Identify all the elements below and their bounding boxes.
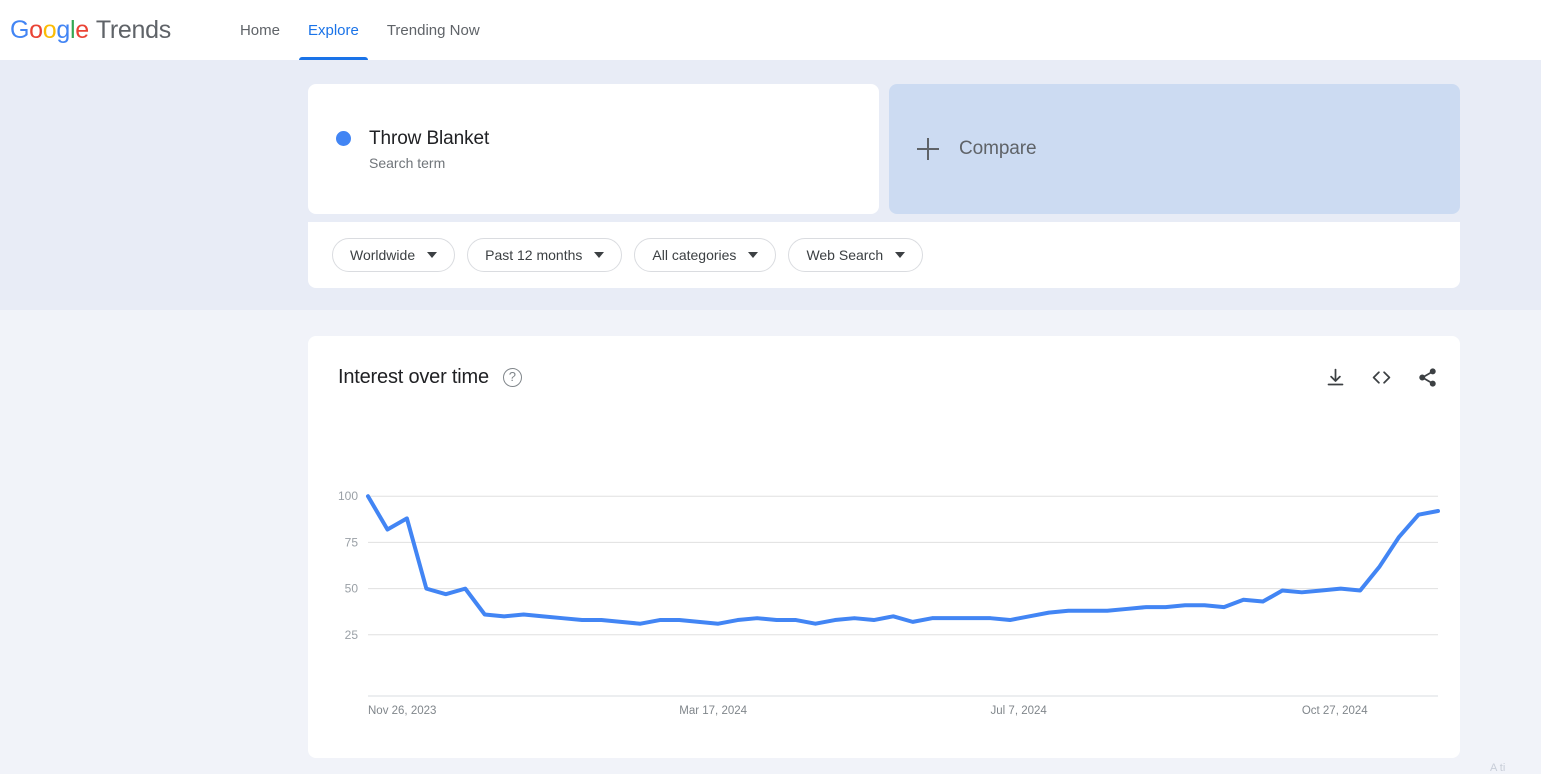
trends-wordmark: Trends <box>95 15 171 44</box>
search-term-card[interactable]: Throw Blanket Search term <box>308 84 879 214</box>
plus-icon <box>917 138 939 160</box>
google-trends-page: Google Trends Home Explore Trending Now … <box>0 0 1541 774</box>
series-color-dot <box>336 131 351 146</box>
nav-item-explore[interactable]: Explore <box>294 0 373 60</box>
nav-links: Home Explore Trending Now <box>226 0 494 60</box>
filter-category-label: All categories <box>652 247 737 263</box>
download-icon[interactable] <box>1325 367 1346 388</box>
filter-search-type-dropdown[interactable]: Web Search <box>788 238 924 272</box>
chart-header: Interest over time ? <box>338 366 1438 389</box>
compare-button[interactable]: Compare <box>889 84 1460 214</box>
y-axis-tick-label: 25 <box>345 628 359 642</box>
x-axis-tick-label: Jul 7, 2024 <box>991 705 1048 717</box>
filter-bar: Worldwide Past 12 months All categories … <box>308 222 1460 288</box>
chart-title: Interest over time <box>338 366 489 388</box>
top-navigation-bar: Google Trends Home Explore Trending Now <box>0 0 1541 60</box>
filter-location-label: Worldwide <box>350 247 416 263</box>
chart-action-buttons <box>1325 367 1438 388</box>
search-term-type: Search term <box>369 154 446 171</box>
filter-time-range-dropdown[interactable]: Past 12 months <box>467 238 623 272</box>
google-wordmark: Google <box>10 15 89 44</box>
filter-search-type-label: Web Search <box>806 247 884 263</box>
footer-hint: A ti <box>1490 762 1506 774</box>
nav-item-home[interactable]: Home <box>226 0 294 60</box>
chevron-down-icon <box>748 252 759 258</box>
series-line-throw-blanket[interactable] <box>366 494 1440 626</box>
nav-item-explore-label: Explore <box>307 21 359 39</box>
y-axis-tick-label: 100 <box>338 489 358 503</box>
interest-over-time-chart[interactable]: 100 75 50 25 Nov 26, 2023 Mar 17, 2024 Jul 7, … <box>308 436 1460 736</box>
chevron-down-icon <box>594 252 605 258</box>
x-axis-tick-label: Oct 27, 2024 <box>1302 705 1368 717</box>
filter-location-dropdown[interactable]: Worldwide <box>332 238 456 272</box>
nav-item-home-label: Home <box>239 21 280 39</box>
x-axis-tick-label: Nov 26, 2023 <box>368 705 436 717</box>
nav-item-trending-now[interactable]: Trending Now <box>373 0 494 60</box>
query-row: Throw Blanket Search term Compare <box>308 84 1460 214</box>
google-trends-logo[interactable]: Google Trends <box>10 16 171 45</box>
search-term-line: Throw Blanket <box>336 128 879 150</box>
embed-icon[interactable] <box>1370 367 1393 388</box>
y-axis-tick-label: 50 <box>345 582 359 596</box>
share-icon[interactable] <box>1417 367 1438 388</box>
filter-time-range-label: Past 12 months <box>485 247 583 263</box>
chevron-down-icon <box>895 252 906 258</box>
nav-item-trending-now-label: Trending Now <box>386 21 480 39</box>
interest-over-time-card: Interest over time ? 100 75 50 25 Nov 26… <box>308 336 1460 758</box>
x-axis-tick-label: Mar 17, 2024 <box>679 705 747 717</box>
help-icon[interactable]: ? <box>502 368 522 387</box>
y-axis-tick-label: 75 <box>345 535 359 549</box>
chart-title-wrap: Interest over time ? <box>338 366 522 389</box>
compare-label: Compare <box>959 138 1037 159</box>
search-term-label: Throw Blanket <box>369 127 490 149</box>
filter-category-dropdown[interactable]: All categories <box>634 238 777 272</box>
chevron-down-icon <box>427 252 438 258</box>
